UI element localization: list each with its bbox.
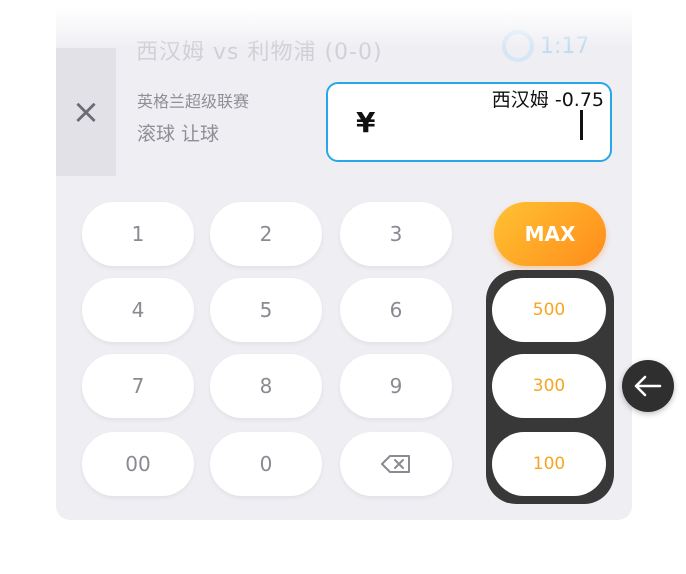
arrow-left-icon: [634, 375, 662, 397]
backspace-icon: [381, 455, 410, 473]
selection-label: 西汉姆 -0.75: [491, 89, 604, 111]
key-2[interactable]: 2: [210, 202, 322, 266]
key-9[interactable]: 9: [340, 354, 452, 418]
key-6[interactable]: 6: [340, 278, 452, 342]
max-button[interactable]: MAX: [494, 202, 606, 266]
key-3[interactable]: 3: [340, 202, 452, 266]
preset-100-button[interactable]: 100: [492, 432, 606, 496]
preset-500-button[interactable]: 500: [492, 278, 606, 342]
match-title: 西汉姆 vs 利物浦 (0-0): [136, 40, 383, 65]
close-icon: ×: [71, 92, 101, 132]
live-clock-icon: [502, 30, 534, 62]
text-caret: [580, 110, 583, 140]
key-00[interactable]: 00: [82, 432, 194, 496]
key-5[interactable]: 5: [210, 278, 322, 342]
bet-slip-panel: 西汉姆 vs 利物浦 (0-0) 1:17 × 英格兰超级联赛 滚球 让球 西汉…: [56, 8, 632, 520]
key-0[interactable]: 0: [210, 432, 322, 496]
live-time: 1:17: [540, 34, 590, 59]
key-4[interactable]: 4: [82, 278, 194, 342]
key-7[interactable]: 7: [82, 354, 194, 418]
league-name: 英格兰超级联赛: [137, 92, 250, 111]
preset-amounts-panel: 500 300 100: [486, 270, 614, 504]
currency-symbol: ¥: [356, 106, 376, 139]
backspace-button[interactable]: [340, 432, 452, 496]
back-button[interactable]: [622, 360, 674, 412]
key-1[interactable]: 1: [82, 202, 194, 266]
key-8[interactable]: 8: [210, 354, 322, 418]
stake-input[interactable]: 西汉姆 -0.75 ¥: [326, 82, 612, 162]
close-button[interactable]: ×: [56, 48, 116, 176]
bet-type: 滚球 让球: [137, 123, 220, 145]
preset-300-button[interactable]: 300: [492, 354, 606, 418]
